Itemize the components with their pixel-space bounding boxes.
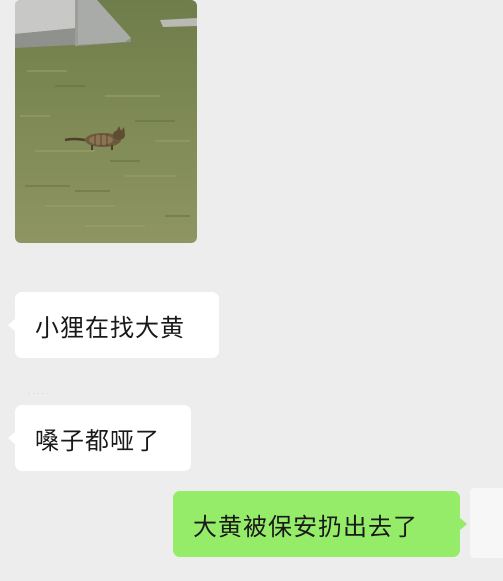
incoming-message-bubble[interactable]: 嗓子都哑了	[8, 405, 191, 471]
message-text: 嗓子都哑了	[35, 426, 160, 455]
cat-on-grass-image	[15, 0, 197, 243]
chat-message-area[interactable]: 小狸在找大黄 · · · · · 嗓子都哑了 大黄被保安扔出去了	[0, 0, 503, 581]
cat-photo-message[interactable]	[15, 0, 197, 243]
bubble-tail	[459, 517, 467, 531]
avatar[interactable]	[470, 488, 503, 558]
bubble-tail	[8, 318, 16, 332]
bubble-tail	[8, 431, 16, 445]
outgoing-message-bubble[interactable]: 大黄被保安扔出去了	[173, 491, 467, 557]
incoming-message-bubble[interactable]: 小狸在找大黄	[8, 292, 219, 358]
message-text: 大黄被保安扔出去了	[193, 512, 418, 541]
message-text: 小狸在找大黄	[35, 313, 185, 342]
faint-sender-hint: · · · · ·	[28, 390, 49, 398]
